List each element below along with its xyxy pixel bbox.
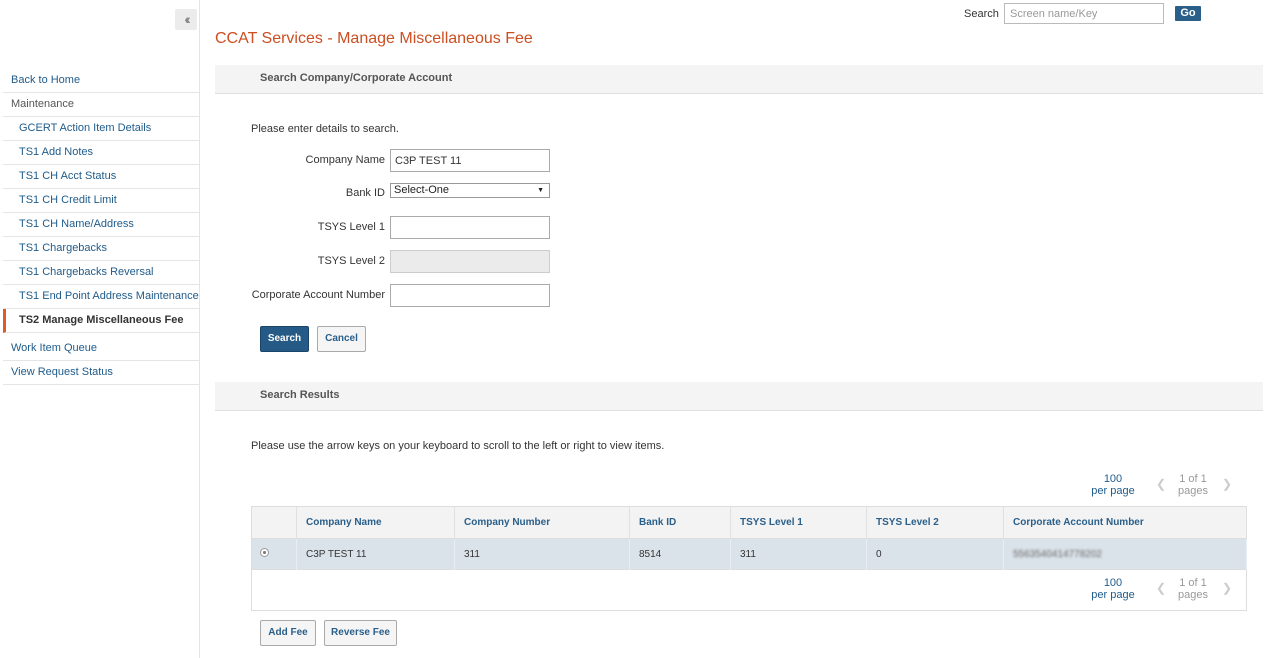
pager-bottom: 100 per page ❮ 1 of 1 pages ❯ — [1088, 577, 1238, 607]
column-header-tsys-level2[interactable]: TSYS Level 2 — [866, 506, 1004, 539]
company-name-label: Company Name — [305, 154, 385, 166]
sidebar-item-ts1-ch-credit-limit[interactable]: TS1 CH Credit Limit — [3, 189, 199, 213]
bank-id-label: Bank ID — [345, 187, 385, 199]
column-header-select — [251, 506, 297, 539]
pager-top: 100 per page ❮ 1 of 1 pages ❯ — [1088, 473, 1238, 503]
sidebar-item-ts1-ch-acct-status[interactable]: TS1 CH Acct Status — [3, 165, 199, 189]
caret-down-icon: ▼ — [537, 187, 544, 194]
per-page-selector-bottom[interactable]: 100 per page — [1088, 577, 1138, 601]
chevron-right-icon[interactable]: ❯ — [1222, 477, 1232, 491]
cell-tsys-level2: 0 — [866, 538, 1004, 570]
page-indicator: 1 of 1 pages — [1178, 473, 1208, 497]
go-button[interactable]: Go — [1175, 6, 1201, 21]
cell-corporate-account: 5563540414778202 — [1003, 538, 1247, 570]
table-header-row: Company Name Company Number Bank ID TSYS… — [251, 506, 1247, 539]
sidebar-item-ts1-add-notes[interactable]: TS1 Add Notes — [3, 141, 199, 165]
cell-company-number: 311 — [454, 538, 630, 570]
chevron-right-icon[interactable]: ❯ — [1222, 581, 1232, 595]
search-button[interactable]: Search — [260, 326, 309, 352]
cancel-button[interactable]: Cancel — [317, 326, 366, 352]
search-section-header: Search Company/Corporate Account — [215, 65, 1263, 94]
sidebar-item-ts2-manage-miscellaneous-fee[interactable]: TS2 Manage Miscellaneous Fee — [3, 309, 199, 333]
table-row[interactable]: C3P TEST 11 311 8514 311 0 5563540414778… — [251, 538, 1247, 570]
corporate-account-value: 5563540414778202 — [1013, 548, 1102, 560]
tsys-level2-label: TSYS Level 2 — [317, 255, 385, 267]
results-instruction: Please use the arrow keys on your keyboa… — [251, 440, 665, 452]
tsys-level2-input — [390, 250, 550, 273]
results-section-header: Search Results — [215, 382, 1263, 411]
row-radio-button[interactable] — [260, 548, 269, 557]
tsys-level1-label: TSYS Level 1 — [317, 221, 385, 233]
row-select-cell[interactable] — [251, 538, 297, 570]
sidebar-item-ts1-end-point-address-maintenance[interactable]: TS1 End Point Address Maintenance — [3, 285, 199, 309]
bank-id-select-value: Select-One — [394, 184, 450, 196]
page-indicator-bottom: 1 of 1 pages — [1178, 577, 1208, 601]
chevron-left-icon[interactable]: ❮ — [1156, 581, 1166, 595]
sidebar-item-gcert-action-item-details[interactable]: GCERT Action Item Details — [3, 117, 199, 141]
column-header-corporate-account[interactable]: Corporate Account Number — [1003, 506, 1247, 539]
add-fee-button[interactable]: Add Fee — [260, 620, 316, 646]
sidebar-item-ts1-chargebacks-reversal[interactable]: TS1 Chargebacks Reversal — [3, 261, 199, 285]
sidebar: ‹‹ Back to Home Maintenance GCERT Action… — [0, 0, 200, 658]
sidebar-item-ts1-ch-name-address[interactable]: TS1 CH Name/Address — [3, 213, 199, 237]
column-header-tsys-level1[interactable]: TSYS Level 1 — [730, 506, 867, 539]
cell-company-name: C3P TEST 11 — [296, 538, 455, 570]
sidebar-header-maintenance: Maintenance — [3, 93, 199, 117]
corporate-account-label: Corporate Account Number — [251, 289, 385, 301]
page-title: CCAT Services - Manage Miscellaneous Fee — [215, 30, 533, 47]
results-table: Company Name Company Number Bank ID TSYS… — [251, 506, 1247, 570]
search-instruction: Please enter details to search. — [251, 123, 399, 135]
sidebar-item-ts1-chargebacks[interactable]: TS1 Chargebacks — [3, 237, 199, 261]
sidebar-nav: Back to Home Maintenance GCERT Action It… — [3, 69, 199, 385]
bank-id-select[interactable]: Select-One ▼ — [390, 183, 550, 198]
table-footer: 100 per page ❮ 1 of 1 pages ❯ — [251, 570, 1247, 611]
sidebar-item-back-to-home[interactable]: Back to Home — [3, 69, 199, 93]
column-header-company-name[interactable]: Company Name — [296, 506, 455, 539]
chevron-left-icon[interactable]: ❮ — [1156, 477, 1166, 491]
per-page-selector[interactable]: 100 per page — [1088, 473, 1138, 497]
reverse-fee-button[interactable]: Reverse Fee — [324, 620, 397, 646]
corporate-account-input[interactable] — [390, 284, 550, 307]
column-header-bank-id[interactable]: Bank ID — [629, 506, 731, 539]
sidebar-item-work-item-queue[interactable]: Work Item Queue — [3, 337, 199, 361]
column-header-company-number[interactable]: Company Number — [454, 506, 630, 539]
sidebar-item-view-request-status[interactable]: View Request Status — [3, 361, 199, 385]
cell-tsys-level1: 311 — [730, 538, 867, 570]
global-search-input[interactable] — [1004, 3, 1164, 24]
double-chevron-left-icon[interactable]: ‹‹ — [175, 9, 197, 30]
company-name-input[interactable] — [390, 149, 550, 172]
global-search-label: Search — [964, 8, 999, 20]
tsys-level1-input[interactable] — [390, 216, 550, 239]
cell-bank-id: 8514 — [629, 538, 731, 570]
